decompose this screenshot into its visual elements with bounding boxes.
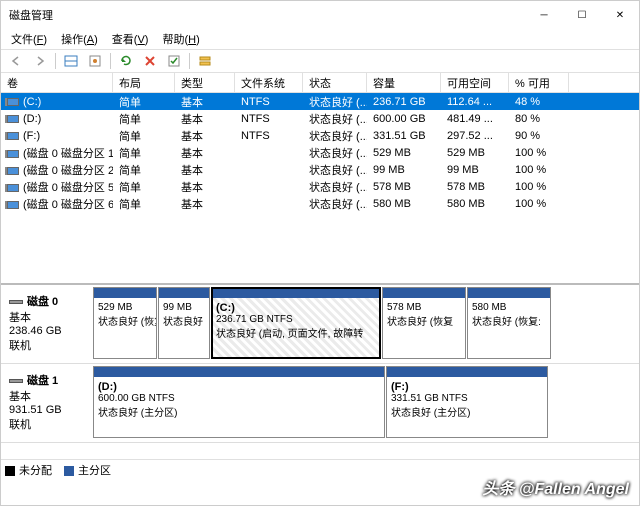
menu-file[interactable]: 文件(F) — [5, 29, 53, 49]
volume-icon — [7, 150, 19, 158]
back-button[interactable] — [5, 51, 27, 71]
col-percent[interactable]: % 可用 — [509, 73, 569, 92]
table-row[interactable]: (磁盘 0 磁盘分区 2)简单基本状态良好 (...99 MB99 MB100 … — [1, 161, 639, 178]
disk-icon — [9, 379, 23, 383]
col-type[interactable]: 类型 — [175, 73, 235, 92]
legend-unallocated: 未分配 — [5, 462, 52, 478]
disk-label: 磁盘 1基本931.51 GB联机 — [3, 364, 93, 440]
table-row[interactable]: (D:)简单基本NTFS状态良好 (...600.00 GB481.49 ...… — [1, 110, 639, 127]
volume-icon — [7, 132, 19, 140]
save-button[interactable] — [163, 51, 185, 71]
partition[interactable]: (C:)236.71 GB NTFS状态良好 (启动, 页面文件, 故障转 — [211, 287, 381, 359]
col-layout[interactable]: 布局 — [113, 73, 175, 92]
col-status[interactable]: 状态 — [303, 73, 367, 92]
layout-button[interactable] — [194, 51, 216, 71]
menubar: 文件(F) 操作(A) 查看(V) 帮助(H) — [1, 29, 639, 49]
volume-icon — [7, 115, 19, 123]
disk-row: 磁盘 1基本931.51 GB联机(D:)600.00 GB NTFS状态良好 … — [1, 364, 639, 443]
col-volume[interactable]: 卷 — [1, 73, 113, 92]
legend-primary: 主分区 — [64, 462, 111, 478]
partition[interactable]: (F:)331.51 GB NTFS状态良好 (主分区) — [386, 366, 548, 438]
col-free[interactable]: 可用空间 — [441, 73, 509, 92]
list-header: 卷 布局 类型 文件系统 状态 容量 可用空间 % 可用 — [1, 73, 639, 93]
disk-label: 磁盘 0基本238.46 GB联机 — [3, 285, 93, 361]
delete-button[interactable] — [139, 51, 161, 71]
disk-row: 磁盘 0基本238.46 GB联机529 MB状态良好 (恢复99 MB状态良好… — [1, 285, 639, 364]
partition[interactable]: (D:)600.00 GB NTFS状态良好 (主分区) — [93, 366, 385, 438]
table-row[interactable]: (F:)简单基本NTFS状态良好 (...331.51 GB297.52 ...… — [1, 127, 639, 144]
menu-action[interactable]: 操作(A) — [55, 29, 104, 49]
refresh-button[interactable] — [115, 51, 137, 71]
table-row[interactable]: (磁盘 0 磁盘分区 1)简单基本状态良好 (...529 MB529 MB10… — [1, 144, 639, 161]
table-row[interactable]: (磁盘 0 磁盘分区 6)简单基本状态良好 (...580 MB580 MB10… — [1, 195, 639, 212]
partition[interactable]: 580 MB状态良好 (恢复: — [467, 287, 551, 359]
toolbar — [1, 49, 639, 73]
table-row[interactable]: (C:)简单基本NTFS状态良好 (...236.71 GB112.64 ...… — [1, 93, 639, 110]
forward-button[interactable] — [29, 51, 51, 71]
menu-view[interactable]: 查看(V) — [106, 29, 155, 49]
col-fs[interactable]: 文件系统 — [235, 73, 303, 92]
close-button[interactable]: ✕ — [601, 1, 639, 29]
partition[interactable]: 529 MB状态良好 (恢复 — [93, 287, 157, 359]
col-capacity[interactable]: 容量 — [367, 73, 441, 92]
maximize-button[interactable]: ☐ — [563, 1, 601, 29]
menu-help[interactable]: 帮助(H) — [156, 29, 205, 49]
properties-button[interactable] — [84, 51, 106, 71]
view-split-button[interactable] — [60, 51, 82, 71]
disk-icon — [9, 300, 23, 304]
titlebar: 磁盘管理 ─ ☐ ✕ — [1, 1, 639, 29]
watermark: 头条 @Fallen Angel — [482, 475, 629, 499]
volume-icon — [7, 167, 19, 175]
partition[interactable]: 99 MB状态良好 — [158, 287, 210, 359]
disk-graphical-view: 磁盘 0基本238.46 GB联机529 MB状态良好 (恢复99 MB状态良好… — [1, 283, 639, 459]
volume-list[interactable]: 卷 布局 类型 文件系统 状态 容量 可用空间 % 可用 (C:)简单基本NTF… — [1, 73, 639, 283]
volume-icon — [7, 201, 19, 209]
volume-icon — [7, 98, 19, 106]
table-row[interactable]: (磁盘 0 磁盘分区 5)简单基本状态良好 (...578 MB578 MB10… — [1, 178, 639, 195]
window-title: 磁盘管理 — [9, 7, 525, 23]
partition[interactable]: 578 MB状态良好 (恢复 — [382, 287, 466, 359]
minimize-button[interactable]: ─ — [525, 1, 563, 29]
volume-icon — [7, 184, 19, 192]
